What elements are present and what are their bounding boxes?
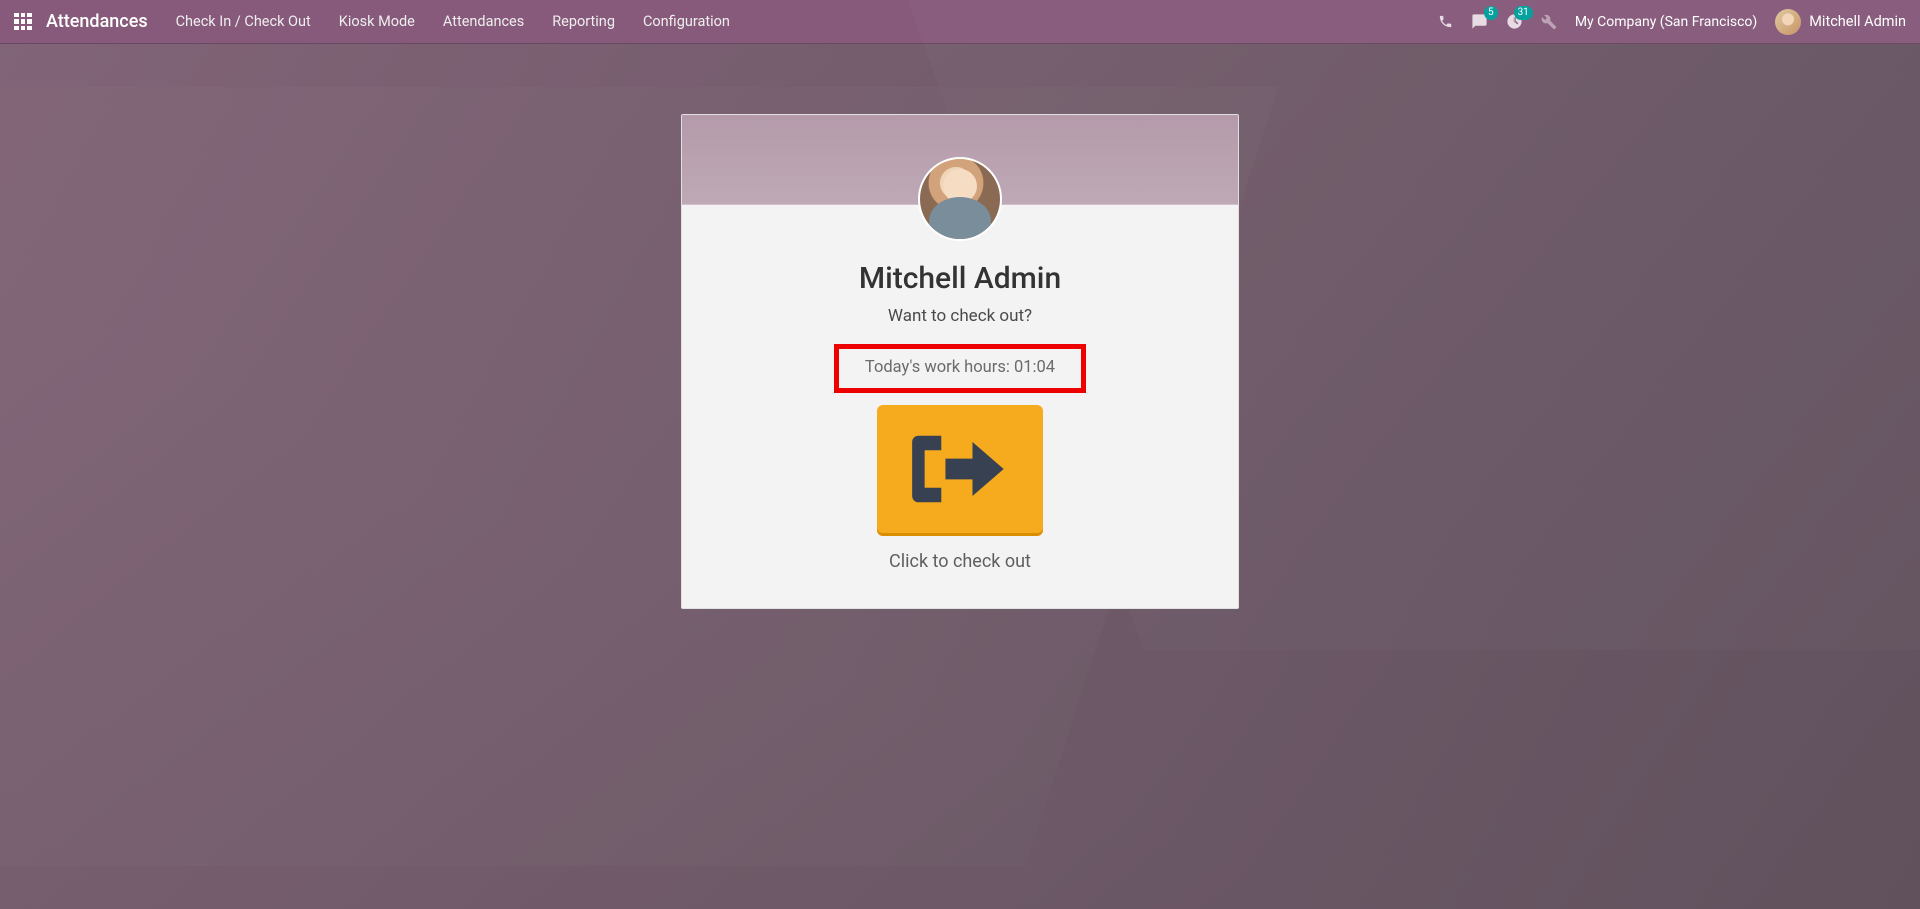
sign-out-icon bbox=[908, 427, 1012, 511]
check-out-caption: Click to check out bbox=[889, 551, 1031, 572]
main-content: Mitchell Admin Want to check out? Today'… bbox=[0, 44, 1920, 909]
apps-icon[interactable] bbox=[14, 13, 32, 31]
menu-attendances[interactable]: Attendances bbox=[443, 13, 524, 30]
checkout-prompt: Want to check out? bbox=[888, 306, 1032, 326]
work-hours-highlight: Today's work hours: 01:04 bbox=[834, 344, 1086, 393]
menu-check-in-out[interactable]: Check In / Check Out bbox=[176, 13, 311, 30]
work-hours-text: Today's work hours: 01:04 bbox=[865, 358, 1055, 377]
employee-name: Mitchell Admin bbox=[859, 261, 1061, 296]
menu-configuration[interactable]: Configuration bbox=[643, 13, 730, 30]
menu-kiosk-mode[interactable]: Kiosk Mode bbox=[339, 13, 415, 30]
attendance-card: Mitchell Admin Want to check out? Today'… bbox=[681, 114, 1239, 609]
employee-avatar bbox=[918, 157, 1002, 241]
check-out-button[interactable] bbox=[877, 405, 1043, 533]
menu-reporting[interactable]: Reporting bbox=[552, 13, 615, 30]
app-brand[interactable]: Attendances bbox=[46, 11, 148, 32]
